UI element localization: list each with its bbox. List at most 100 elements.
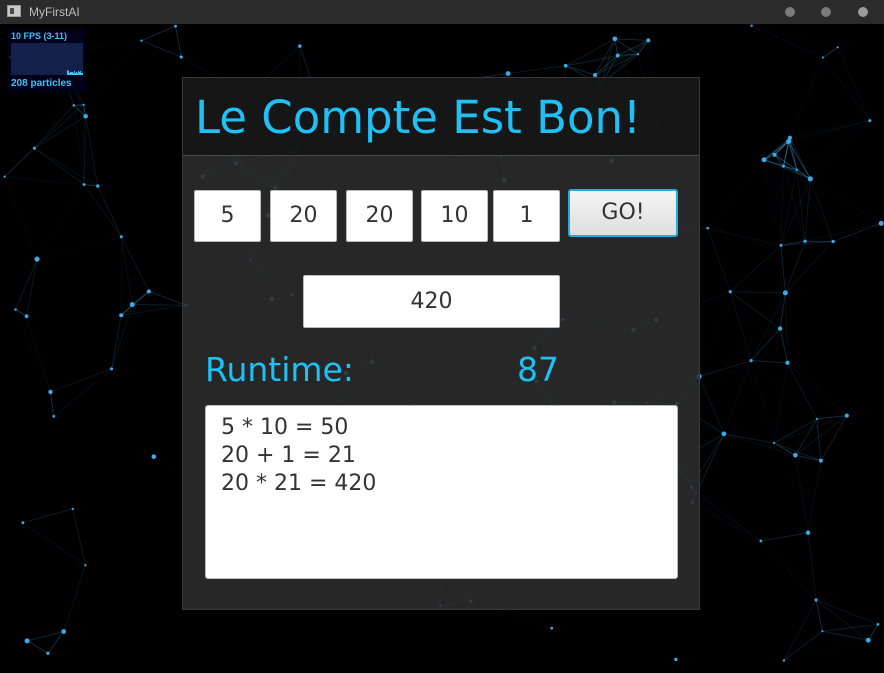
particle-link — [15, 258, 38, 310]
particle-link — [751, 360, 788, 364]
particle-dot — [298, 44, 302, 48]
particle-link — [773, 362, 788, 444]
particle-dot — [728, 290, 732, 294]
particle-link — [26, 316, 51, 393]
particle-link — [698, 360, 752, 377]
particle-dot — [779, 243, 783, 247]
particle-dot — [84, 564, 87, 567]
particle-link — [22, 522, 86, 566]
number-field-2[interactable]: 20 — [270, 190, 337, 242]
particle-link — [37, 237, 121, 259]
particle-link — [26, 640, 49, 654]
minimize-button[interactable] — [785, 7, 795, 17]
particle-link — [141, 40, 182, 58]
particle-link — [780, 241, 834, 246]
particle-link — [708, 160, 764, 228]
particle-link — [37, 184, 84, 259]
particle-dot — [749, 359, 753, 363]
particle-link — [764, 160, 781, 246]
particle-link — [832, 223, 882, 242]
particle-dot — [818, 458, 823, 463]
go-button[interactable]: GO! — [568, 189, 678, 237]
particle-link — [141, 25, 176, 41]
particle-dot — [129, 302, 135, 308]
particle-dot — [814, 598, 818, 602]
particle-dot — [836, 46, 839, 49]
particle-dot — [785, 360, 790, 365]
particle-link — [4, 147, 35, 177]
particle-link — [707, 228, 731, 292]
target-field[interactable]: 420 — [303, 275, 560, 328]
particle-link — [34, 115, 86, 149]
particle-dot — [550, 626, 554, 630]
particle-link — [86, 41, 142, 117]
particle-dot — [24, 638, 30, 644]
number-field-5[interactable]: 1 — [493, 190, 560, 242]
particle-dot — [772, 152, 777, 157]
particle-link — [750, 360, 775, 444]
solution-line: 5 * 10 = 50 — [221, 415, 349, 440]
particle-link — [16, 310, 51, 392]
fps-stats-overlay: 10 FPS (3-11) 208 particles — [8, 30, 86, 92]
particle-dot — [772, 441, 776, 445]
runtime-label: Runtime: — [205, 350, 354, 389]
particle-link — [22, 508, 73, 524]
particle-dot — [61, 629, 67, 634]
particle-dot — [865, 637, 871, 643]
particle-dot — [815, 417, 818, 420]
solution-textarea[interactable]: 5 * 10 = 50 20 + 1 = 21 20 * 21 = 420 — [205, 405, 678, 579]
particle-dot — [119, 235, 123, 239]
particle-link — [565, 55, 618, 67]
particle-link — [97, 185, 122, 237]
particle-link — [822, 630, 869, 641]
particle-link — [815, 599, 869, 641]
app-icon — [7, 5, 21, 17]
particle-link — [785, 241, 834, 294]
fps-label: 10 FPS (3-11) — [11, 31, 68, 41]
particle-dot — [82, 103, 85, 106]
particle-dot — [24, 314, 29, 319]
number-field-3[interactable]: 20 — [346, 190, 413, 242]
particle-link — [617, 40, 649, 56]
title-bar[interactable]: MyFirstAI — [0, 0, 884, 24]
particle-link — [820, 415, 848, 461]
particle-link — [614, 38, 649, 41]
particle-link — [795, 418, 818, 456]
particle-link — [175, 26, 182, 58]
particle-link — [783, 599, 817, 661]
particle-link — [804, 222, 882, 242]
particle-dot — [674, 657, 678, 662]
particle-dot — [706, 226, 709, 230]
particle-link — [692, 502, 762, 542]
particle-link — [815, 599, 879, 625]
particle-dot — [3, 175, 6, 178]
particle-link — [783, 166, 806, 242]
particle-link — [111, 291, 150, 370]
particle-dot — [71, 507, 74, 510]
particle-dot — [174, 24, 177, 28]
particle-dot — [868, 119, 872, 123]
particle-link — [132, 304, 186, 306]
particle-link — [752, 26, 838, 48]
particle-link — [699, 292, 730, 377]
particle-link — [807, 460, 822, 533]
particle-link — [787, 363, 795, 455]
particle-dot — [636, 53, 640, 56]
particle-dot — [612, 36, 618, 42]
fps-graph-bar — [82, 73, 83, 75]
particle-link — [760, 540, 817, 601]
particle-dot — [831, 239, 835, 244]
particle-dot — [21, 521, 25, 525]
particle-link — [867, 624, 879, 641]
maximize-button[interactable] — [821, 7, 831, 17]
number-field-1[interactable]: 5 — [194, 190, 261, 242]
particle-link — [50, 368, 112, 393]
particle-dot — [786, 138, 792, 144]
particle-link — [83, 40, 142, 106]
particle-dot — [782, 290, 788, 296]
close-button[interactable] — [858, 7, 868, 17]
particle-link — [750, 328, 781, 361]
particle-dot — [795, 168, 799, 172]
number-field-4[interactable]: 10 — [421, 190, 488, 242]
particle-dot — [48, 389, 53, 395]
